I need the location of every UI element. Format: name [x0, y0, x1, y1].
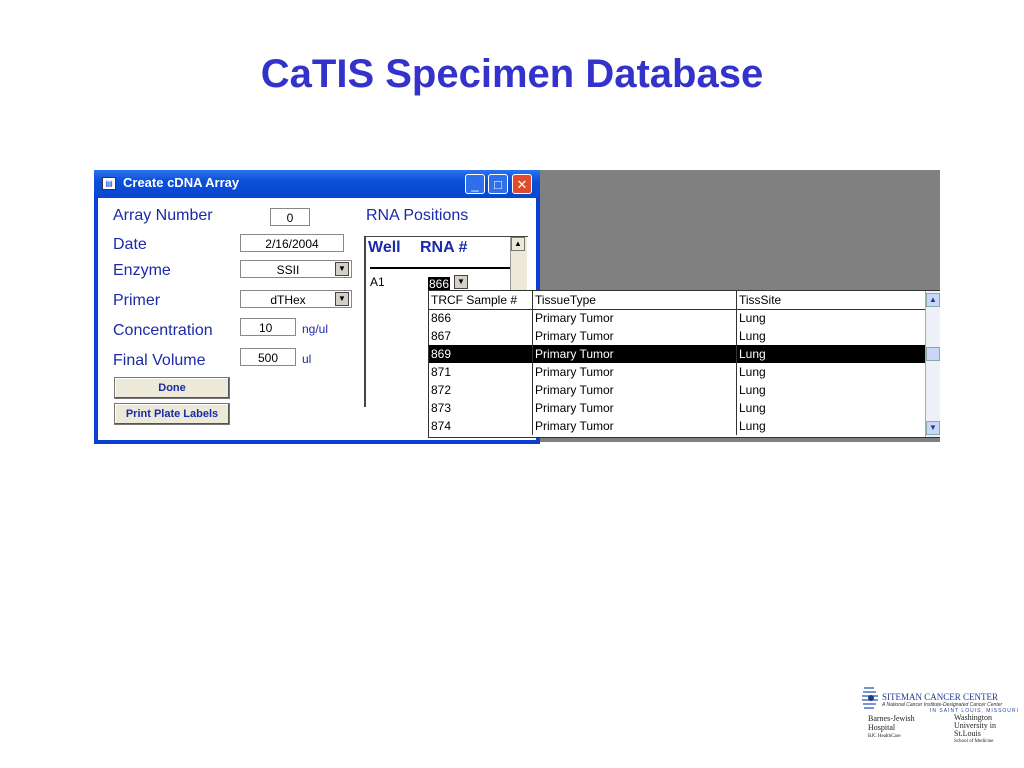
wustl-name: Washington University in St.Louis: [954, 713, 996, 738]
sample-cell: 871: [429, 363, 533, 381]
primer-label: Primer: [113, 292, 161, 309]
tissuetype-cell: Primary Tumor: [533, 363, 737, 381]
rna-value: 866: [428, 277, 451, 291]
rna-dropdown-list[interactable]: TRCF Sample # TissueType TissSite 866 Pr…: [428, 290, 940, 438]
bjh-sub: BJC HealthCare: [868, 734, 901, 739]
date-label: Date: [113, 236, 147, 253]
dropdown-row[interactable]: 873 Primary Tumor Lung: [429, 399, 925, 417]
sample-cell: 873: [429, 399, 533, 417]
dropdown-col-tissuetype: TissueType: [533, 291, 737, 309]
concentration-unit: ng/ul: [302, 322, 329, 336]
date-field[interactable]: 2/16/2004: [240, 234, 344, 252]
print-plate-labels-button[interactable]: Print Plate Labels: [114, 403, 230, 425]
tisssite-cell: Lung: [739, 311, 766, 325]
final-volume-label: Final Volume: [113, 352, 206, 369]
enzyme-value: SSII: [276, 263, 300, 277]
close-icon[interactable]: ✕: [512, 174, 532, 194]
scroll-down-icon[interactable]: ▼: [926, 421, 940, 435]
primer-combobox[interactable]: dTHex ▼: [240, 290, 352, 308]
window-title: Create cDNA Array: [123, 175, 240, 190]
wustl-logo: Washington University in St.Louis School…: [954, 714, 1008, 746]
chevron-down-icon[interactable]: ▼: [335, 262, 349, 276]
dropdown-row[interactable]: 866 Primary Tumor Lung: [429, 309, 925, 327]
well-cell: A1: [370, 275, 385, 289]
minimize-icon[interactable]: _: [465, 174, 485, 194]
wustl-sub: School of Medicine: [954, 739, 994, 744]
siteman-logo-icon: [862, 687, 878, 709]
sample-cell: 874: [429, 417, 533, 435]
chevron-down-icon[interactable]: ▼: [335, 292, 349, 306]
final-volume-field[interactable]: 500: [240, 348, 296, 366]
scroll-up-icon[interactable]: ▲: [926, 293, 940, 307]
concentration-field[interactable]: 10: [240, 318, 296, 336]
dropdown-row[interactable]: 872 Primary Tumor Lung: [429, 381, 925, 399]
header-divider: [370, 267, 510, 269]
dropdown-row-selected[interactable]: 869 Primary Tumor Lung: [429, 345, 925, 363]
tisssite-cell: Lung: [739, 347, 766, 361]
chevron-down-icon[interactable]: ▼: [454, 275, 468, 289]
dropdown-row[interactable]: 867 Primary Tumor Lung: [429, 327, 925, 345]
sample-cell: 872: [429, 381, 533, 399]
siteman-logo: SITEMAN CANCER CENTER A National Cancer …: [860, 684, 1018, 744]
scroll-up-icon[interactable]: ▲: [511, 237, 525, 251]
rna-positions-heading: RNA Positions: [366, 207, 469, 224]
well-column-header: Well: [368, 239, 401, 256]
rna-combobox[interactable]: 866 ▼: [428, 275, 470, 291]
array-number-field[interactable]: 0: [270, 208, 310, 226]
rna-column-header: RNA #: [420, 239, 468, 256]
dropdown-col-tisssite: TissSite: [739, 293, 782, 307]
concentration-label: Concentration: [113, 322, 213, 339]
sample-cell: 866: [429, 309, 533, 327]
dropdown-header: TRCF Sample # TissueType TissSite: [429, 291, 925, 310]
sample-cell: 869: [429, 345, 533, 363]
tisssite-cell: Lung: [739, 401, 766, 415]
tissuetype-cell: Primary Tumor: [533, 309, 737, 327]
dropdown-row[interactable]: 874 Primary Tumor Lung: [429, 417, 925, 435]
enzyme-combobox[interactable]: SSII ▼: [240, 260, 352, 278]
tissuetype-cell: Primary Tumor: [533, 381, 737, 399]
sample-cell: 867: [429, 327, 533, 345]
dropdown-scrollbar[interactable]: ▲ ▼: [925, 291, 940, 437]
tissuetype-cell: Primary Tumor: [533, 327, 737, 345]
maximize-icon[interactable]: □: [488, 174, 508, 194]
bjh-logo: Barnes-Jewish Hospital BJC HealthCare: [868, 714, 918, 741]
form-icon: ▤: [102, 177, 116, 190]
bjh-name: Barnes-Jewish Hospital: [868, 714, 915, 732]
tisssite-cell: Lung: [739, 419, 766, 433]
final-volume-unit: ul: [302, 352, 312, 366]
primer-value: dTHex: [270, 293, 306, 307]
window-titlebar[interactable]: ▤ Create cDNA Array _ □ ✕: [94, 170, 540, 198]
dropdown-row[interactable]: 871 Primary Tumor Lung: [429, 363, 925, 381]
tissuetype-cell: Primary Tumor: [533, 345, 737, 363]
tisssite-cell: Lung: [739, 329, 766, 343]
slide-title: CaTIS Specimen Database: [260, 52, 764, 96]
tisssite-cell: Lung: [739, 383, 766, 397]
logo-title: SITEMAN CANCER CENTER: [882, 692, 999, 702]
scroll-thumb[interactable]: [926, 347, 940, 361]
tissuetype-cell: Primary Tumor: [533, 417, 737, 435]
tisssite-cell: Lung: [739, 365, 766, 379]
array-number-label: Array Number: [113, 207, 213, 224]
enzyme-label: Enzyme: [113, 262, 171, 279]
tissuetype-cell: Primary Tumor: [533, 399, 737, 417]
done-button[interactable]: Done: [114, 377, 230, 399]
dropdown-col-sample: TRCF Sample #: [429, 291, 533, 309]
